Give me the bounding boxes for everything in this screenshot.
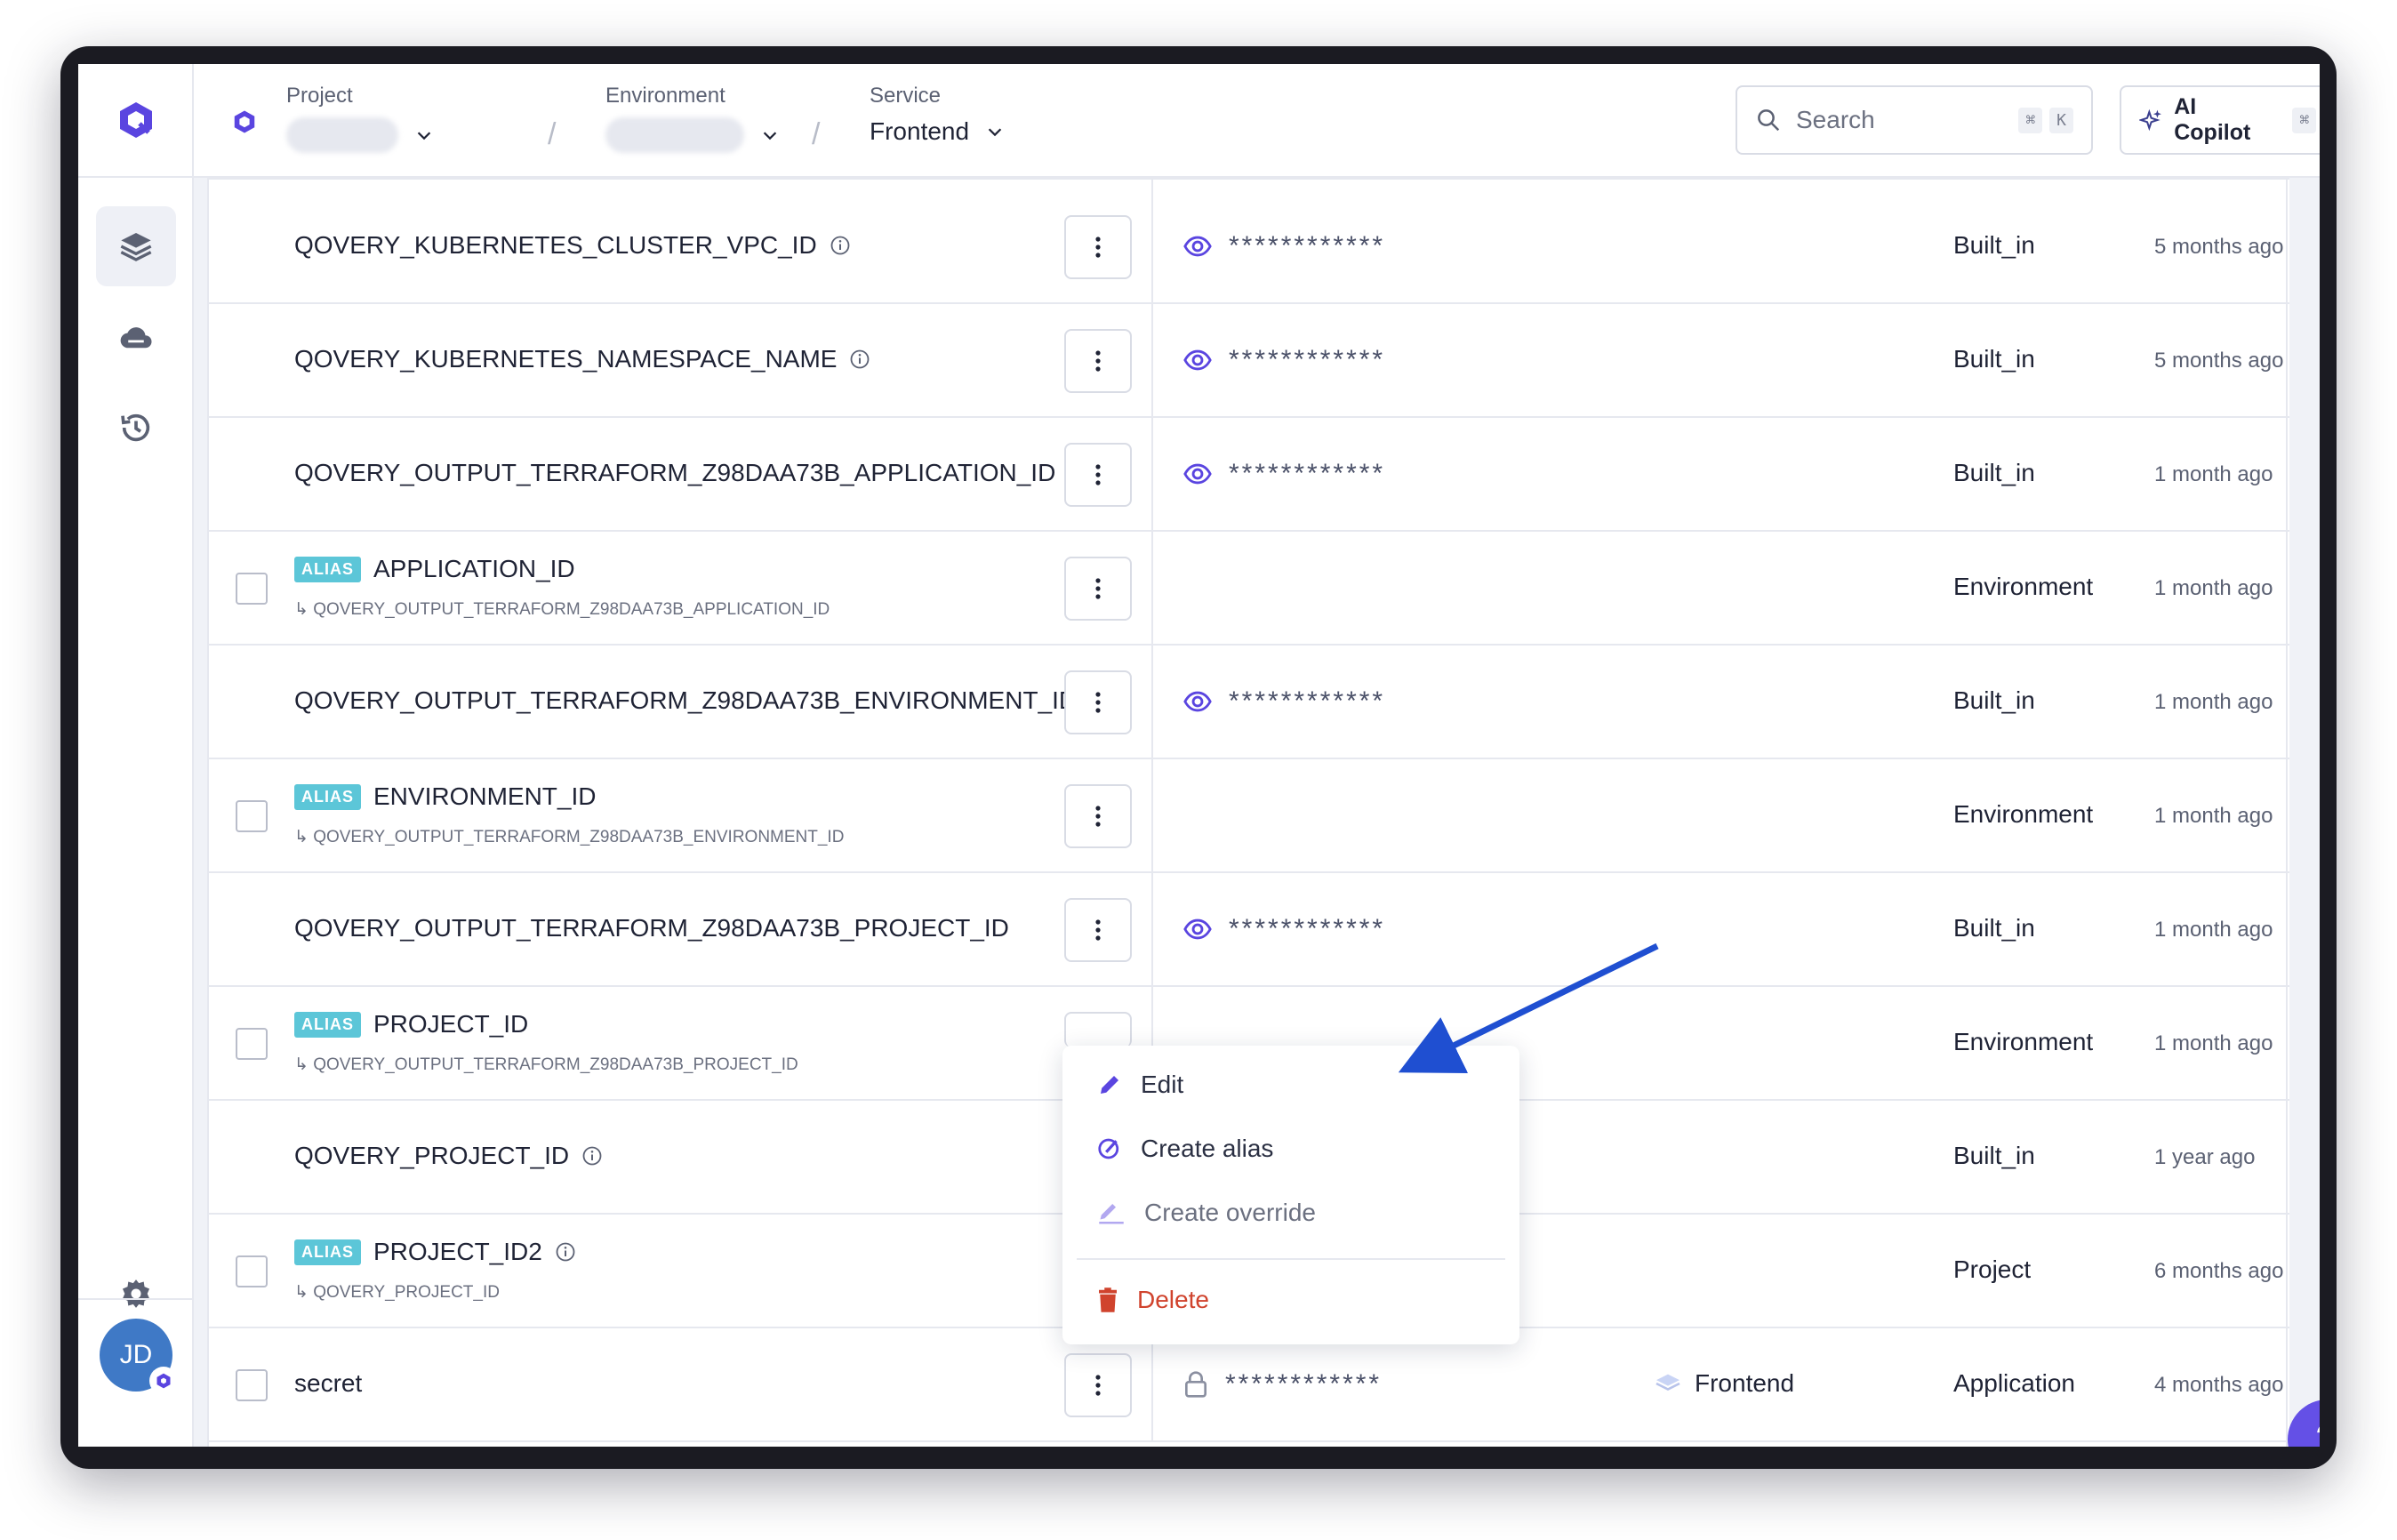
app-screen: JD Project / Environment / Service Front… — [78, 64, 2320, 1447]
annotation-arrow — [1398, 942, 1659, 1074]
